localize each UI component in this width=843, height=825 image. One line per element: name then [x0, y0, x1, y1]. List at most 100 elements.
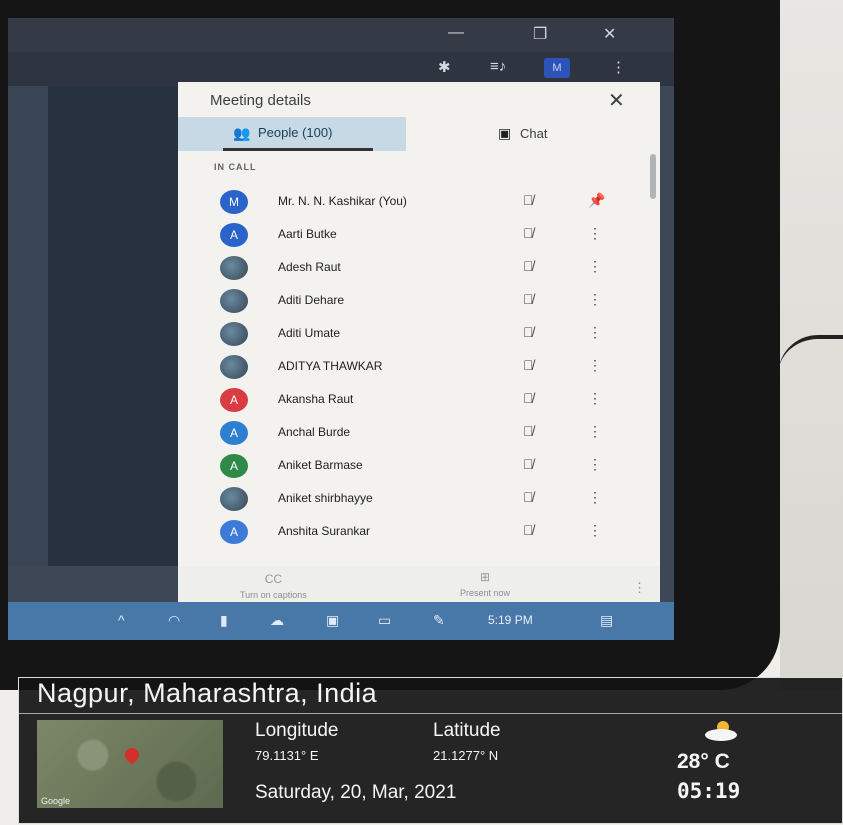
display-icon[interactable]: ▣ — [326, 612, 339, 629]
more-options-icon[interactable]: ⋮ — [588, 324, 602, 341]
participant-name: Mr. N. N. Kashikar (You) — [278, 194, 407, 208]
participant-row[interactable]: Adesh Raut 🎙̸ ⋮ — [178, 252, 660, 284]
date-text: Saturday, 20, Mar, 2021 — [255, 782, 457, 803]
mic-off-icon: 🎙̸ — [523, 489, 534, 505]
participant-row[interactable]: A Aniket Barmase 🎙̸ ⋮ — [178, 450, 660, 482]
participant-row[interactable]: A Akansha Raut 🎙̸ ⋮ — [178, 384, 660, 416]
panel-tabs: 👥 People (100) ▣ Chat — [178, 117, 660, 151]
slide-edge — [8, 86, 48, 566]
monitor-screen: — ❐ ✕ ✱ ≡♪ M ⋮ Meeting details ✕ 👥 Peopl… — [8, 18, 674, 640]
avatar: A — [220, 388, 248, 412]
map-pin-icon — [122, 745, 142, 765]
captions-button[interactable]: CC Turn on captions — [240, 572, 307, 600]
avatar: A — [220, 520, 248, 544]
taskbar-clock[interactable]: 5:19 PM — [488, 613, 533, 627]
mic-off-icon: 🎙̸ — [523, 324, 534, 340]
media-queue-icon[interactable]: ≡♪ — [490, 58, 506, 75]
more-options-icon[interactable]: ⋮ — [588, 522, 602, 539]
profile-avatar[interactable]: M — [544, 58, 570, 78]
avatar — [220, 289, 248, 313]
minimize-icon[interactable]: — — [448, 24, 464, 42]
present-label: Present now — [460, 588, 511, 598]
meeting-details-panel: Meeting details ✕ 👥 People (100) ▣ Chat … — [178, 82, 660, 622]
more-options-icon[interactable]: ⋮ — [588, 225, 602, 242]
photo-background: — ❐ ✕ ✱ ≡♪ M ⋮ Meeting details ✕ 👥 Peopl… — [0, 0, 843, 825]
participant-row[interactable]: Aditi Dehare 🎙̸ ⋮ — [178, 285, 660, 317]
participant-name: Aniket shirbhayye — [278, 491, 373, 505]
maximize-icon[interactable]: ❐ — [533, 24, 547, 44]
more-options-icon[interactable]: ⋮ — [633, 580, 646, 596]
mic-off-icon: 🎙̸ — [523, 456, 534, 472]
mic-off-icon: 🎙̸ — [523, 522, 534, 538]
windows-taskbar: ^ ◠ ▮ ☁ ▣ ▭ ✎ 5:19 PM ▤ — [8, 602, 674, 640]
latitude-label: Latitude — [433, 720, 501, 741]
panel-title: Meeting details — [210, 92, 311, 109]
close-icon[interactable]: ✕ — [603, 24, 616, 44]
more-options-icon[interactable]: ⋮ — [588, 357, 602, 374]
longitude-label: Longitude — [255, 720, 339, 741]
panel-close-icon[interactable]: ✕ — [608, 88, 625, 113]
avatar — [220, 355, 248, 379]
usb-icon[interactable]: ▮ — [220, 612, 228, 629]
present-button[interactable]: ⊞ Present now — [460, 570, 510, 598]
participant-row[interactable]: M Mr. N. N. Kashikar (You) 🎙̸ 📌 — [178, 186, 660, 218]
more-options-icon[interactable]: ⋮ — [588, 489, 602, 506]
captions-icon: CC — [264, 572, 283, 586]
participant-name: Aditi Dehare — [278, 293, 345, 307]
cloud-icon[interactable]: ☁ — [270, 612, 284, 629]
participant-row[interactable]: A Anshita Surankar 🎙̸ ⋮ — [178, 516, 660, 548]
window-titlebar: — ❐ ✕ — [8, 18, 674, 52]
longitude-value: 79.1131° E — [255, 748, 319, 763]
weather-icon — [705, 721, 737, 741]
browser-toolbar — [8, 52, 674, 86]
in-call-heading: IN CALL — [214, 162, 257, 172]
participant-name: Aditi Umate — [278, 326, 341, 340]
battery-icon[interactable]: ▭ — [378, 612, 391, 629]
browser-menu-icon[interactable]: ⋮ — [611, 58, 626, 76]
temperature: 28° C — [677, 750, 730, 773]
participant-name: Aniket Barmase — [278, 458, 363, 472]
participant-row[interactable]: ADITYA THAWKAR 🎙̸ ⋮ — [178, 351, 660, 383]
mic-off-icon: 🎙̸ — [523, 258, 534, 274]
location-name: Nagpur, Maharashtra, India — [37, 678, 378, 708]
mic-off-icon: 🎙̸ — [523, 357, 534, 373]
participant-row[interactable]: A Aarti Butke 🎙̸ ⋮ — [178, 219, 660, 251]
mic-off-icon: 🎙̸ — [523, 192, 534, 208]
geotag-overlay: Nagpur, Maharashtra, India Google Longit… — [18, 677, 843, 824]
present-icon: ⊞ — [479, 570, 491, 584]
participant-row[interactable]: A Anchal Burde 🎙̸ ⋮ — [178, 417, 660, 449]
participant-row[interactable]: Aditi Umate 🎙̸ ⋮ — [178, 318, 660, 350]
mic-off-icon: 🎙̸ — [523, 390, 534, 406]
notification-icon[interactable]: ▤ — [600, 612, 613, 629]
participant-row[interactable]: Aniket shirbhayye 🎙̸ ⋮ — [178, 483, 660, 515]
more-options-icon[interactable]: ⋮ — [588, 390, 602, 407]
chat-icon: ▣ — [498, 125, 512, 141]
map-brand: Google — [41, 796, 71, 806]
more-options-icon[interactable]: ⋮ — [588, 258, 602, 275]
participant-name: Anshita Surankar — [278, 524, 371, 538]
tab-people-label: People (100) — [258, 125, 333, 140]
active-tab-indicator — [223, 148, 373, 151]
mic-off-icon: 🎙̸ — [523, 225, 534, 241]
extensions-icon[interactable]: ✱ — [438, 58, 451, 76]
more-options-icon[interactable]: ⋮ — [588, 291, 602, 308]
more-options-icon[interactable]: ⋮ — [588, 456, 602, 473]
participant-name: Aarti Butke — [278, 227, 337, 241]
mic-off-icon: 🎙̸ — [523, 291, 534, 307]
tab-people[interactable]: 👥 People (100) — [178, 117, 406, 151]
pin-icon[interactable]: 📌 — [588, 192, 605, 209]
participant-name: ADITYA THAWKAR — [278, 359, 383, 373]
avatar: A — [220, 421, 248, 445]
wifi-icon[interactable]: ◠ — [168, 612, 180, 629]
people-icon: 👥 — [233, 125, 251, 141]
pen-icon[interactable]: ✎ — [433, 612, 445, 629]
mic-off-icon: 🎙̸ — [523, 423, 534, 439]
participant-name: Adesh Raut — [278, 260, 341, 274]
avatar — [220, 256, 248, 280]
captions-label: Turn on captions — [240, 590, 307, 600]
tab-chat-label: Chat — [520, 126, 548, 141]
latitude-value: 21.1277° N — [433, 748, 499, 763]
participant-name: Anchal Burde — [278, 425, 351, 439]
chevron-up-icon[interactable]: ^ — [118, 612, 125, 628]
more-options-icon[interactable]: ⋮ — [588, 423, 602, 440]
